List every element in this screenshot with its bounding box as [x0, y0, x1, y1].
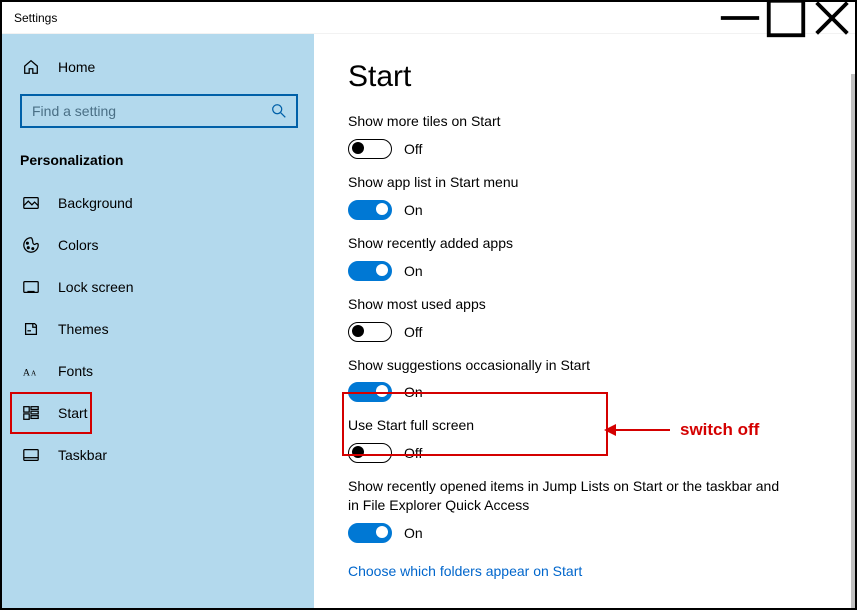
toggle-state: On [404, 525, 423, 541]
setting-label: Show recently opened items in Jump Lists… [348, 477, 788, 515]
link-choose-folders[interactable]: Choose which folders appear on Start [348, 563, 582, 579]
toggle-state: Off [404, 324, 422, 340]
svg-text:A: A [23, 368, 31, 379]
picture-icon [22, 194, 40, 212]
setting-recently-added: Show recently added apps On [348, 234, 827, 281]
sidebar-item-label: Taskbar [58, 447, 107, 463]
setting-label: Show recently added apps [348, 234, 827, 253]
sidebar-item-label: Colors [58, 237, 98, 253]
sidebar-item-label: Background [58, 195, 133, 211]
themes-icon [22, 320, 40, 338]
nav-home[interactable]: Home [2, 48, 314, 86]
setting-most-used: Show most used apps Off [348, 295, 827, 342]
content-panel: Start Show more tiles on Start Off Show … [314, 34, 855, 608]
lock-screen-icon [22, 278, 40, 296]
sidebar-item-start[interactable]: Start [2, 394, 314, 432]
settings-window: Settings Home [0, 0, 857, 610]
toggle-recently-added[interactable] [348, 261, 392, 281]
annotation-highlight-start [10, 392, 92, 434]
fonts-icon: AA [22, 362, 40, 380]
page-title: Start [348, 60, 827, 94]
search-box[interactable] [20, 94, 298, 128]
sidebar-item-colors[interactable]: Colors [2, 226, 314, 264]
close-button[interactable] [809, 2, 855, 34]
annotation-text: switch off [680, 420, 759, 440]
sidebar-section-label: Personalization [2, 132, 314, 184]
palette-icon [22, 236, 40, 254]
search-icon [270, 102, 288, 120]
toggle-most-used[interactable] [348, 322, 392, 342]
sidebar-item-label: Fonts [58, 363, 93, 379]
toggle-app-list[interactable] [348, 200, 392, 220]
setting-label: Show suggestions occasionally in Start [348, 356, 827, 375]
sidebar-item-taskbar[interactable]: Taskbar [2, 436, 314, 474]
setting-label: Show app list in Start menu [348, 173, 827, 192]
toggle-state: On [404, 202, 423, 218]
scrollbar[interactable] [851, 74, 855, 608]
setting-more-tiles: Show more tiles on Start Off [348, 112, 827, 159]
sidebar: Home Personalization Background [2, 34, 314, 608]
svg-text:A: A [31, 370, 37, 378]
sidebar-item-label: Themes [58, 321, 109, 337]
toggle-more-tiles[interactable] [348, 139, 392, 159]
setting-label: Show more tiles on Start [348, 112, 827, 131]
titlebar: Settings [2, 2, 855, 34]
setting-jump-lists: Show recently opened items in Jump Lists… [348, 477, 827, 543]
setting-label: Show most used apps [348, 295, 827, 314]
maximize-button[interactable] [763, 2, 809, 34]
home-icon [22, 58, 40, 76]
toggle-state: On [404, 263, 423, 279]
sidebar-item-themes[interactable]: Themes [2, 310, 314, 348]
sidebar-item-background[interactable]: Background [2, 184, 314, 222]
sidebar-item-lockscreen[interactable]: Lock screen [2, 268, 314, 306]
sidebar-item-fonts[interactable]: AA Fonts [2, 352, 314, 390]
toggle-state: Off [404, 141, 422, 157]
toggle-jump-lists[interactable] [348, 523, 392, 543]
setting-app-list: Show app list in Start menu On [348, 173, 827, 220]
sidebar-item-label: Lock screen [58, 279, 133, 295]
nav-home-label: Home [58, 59, 95, 75]
window-title: Settings [14, 11, 57, 25]
annotation-arrow: switch off [616, 420, 759, 440]
search-input[interactable] [32, 103, 270, 119]
annotation-highlight-suggestions [342, 392, 608, 456]
minimize-button[interactable] [717, 2, 763, 34]
taskbar-icon [22, 446, 40, 464]
